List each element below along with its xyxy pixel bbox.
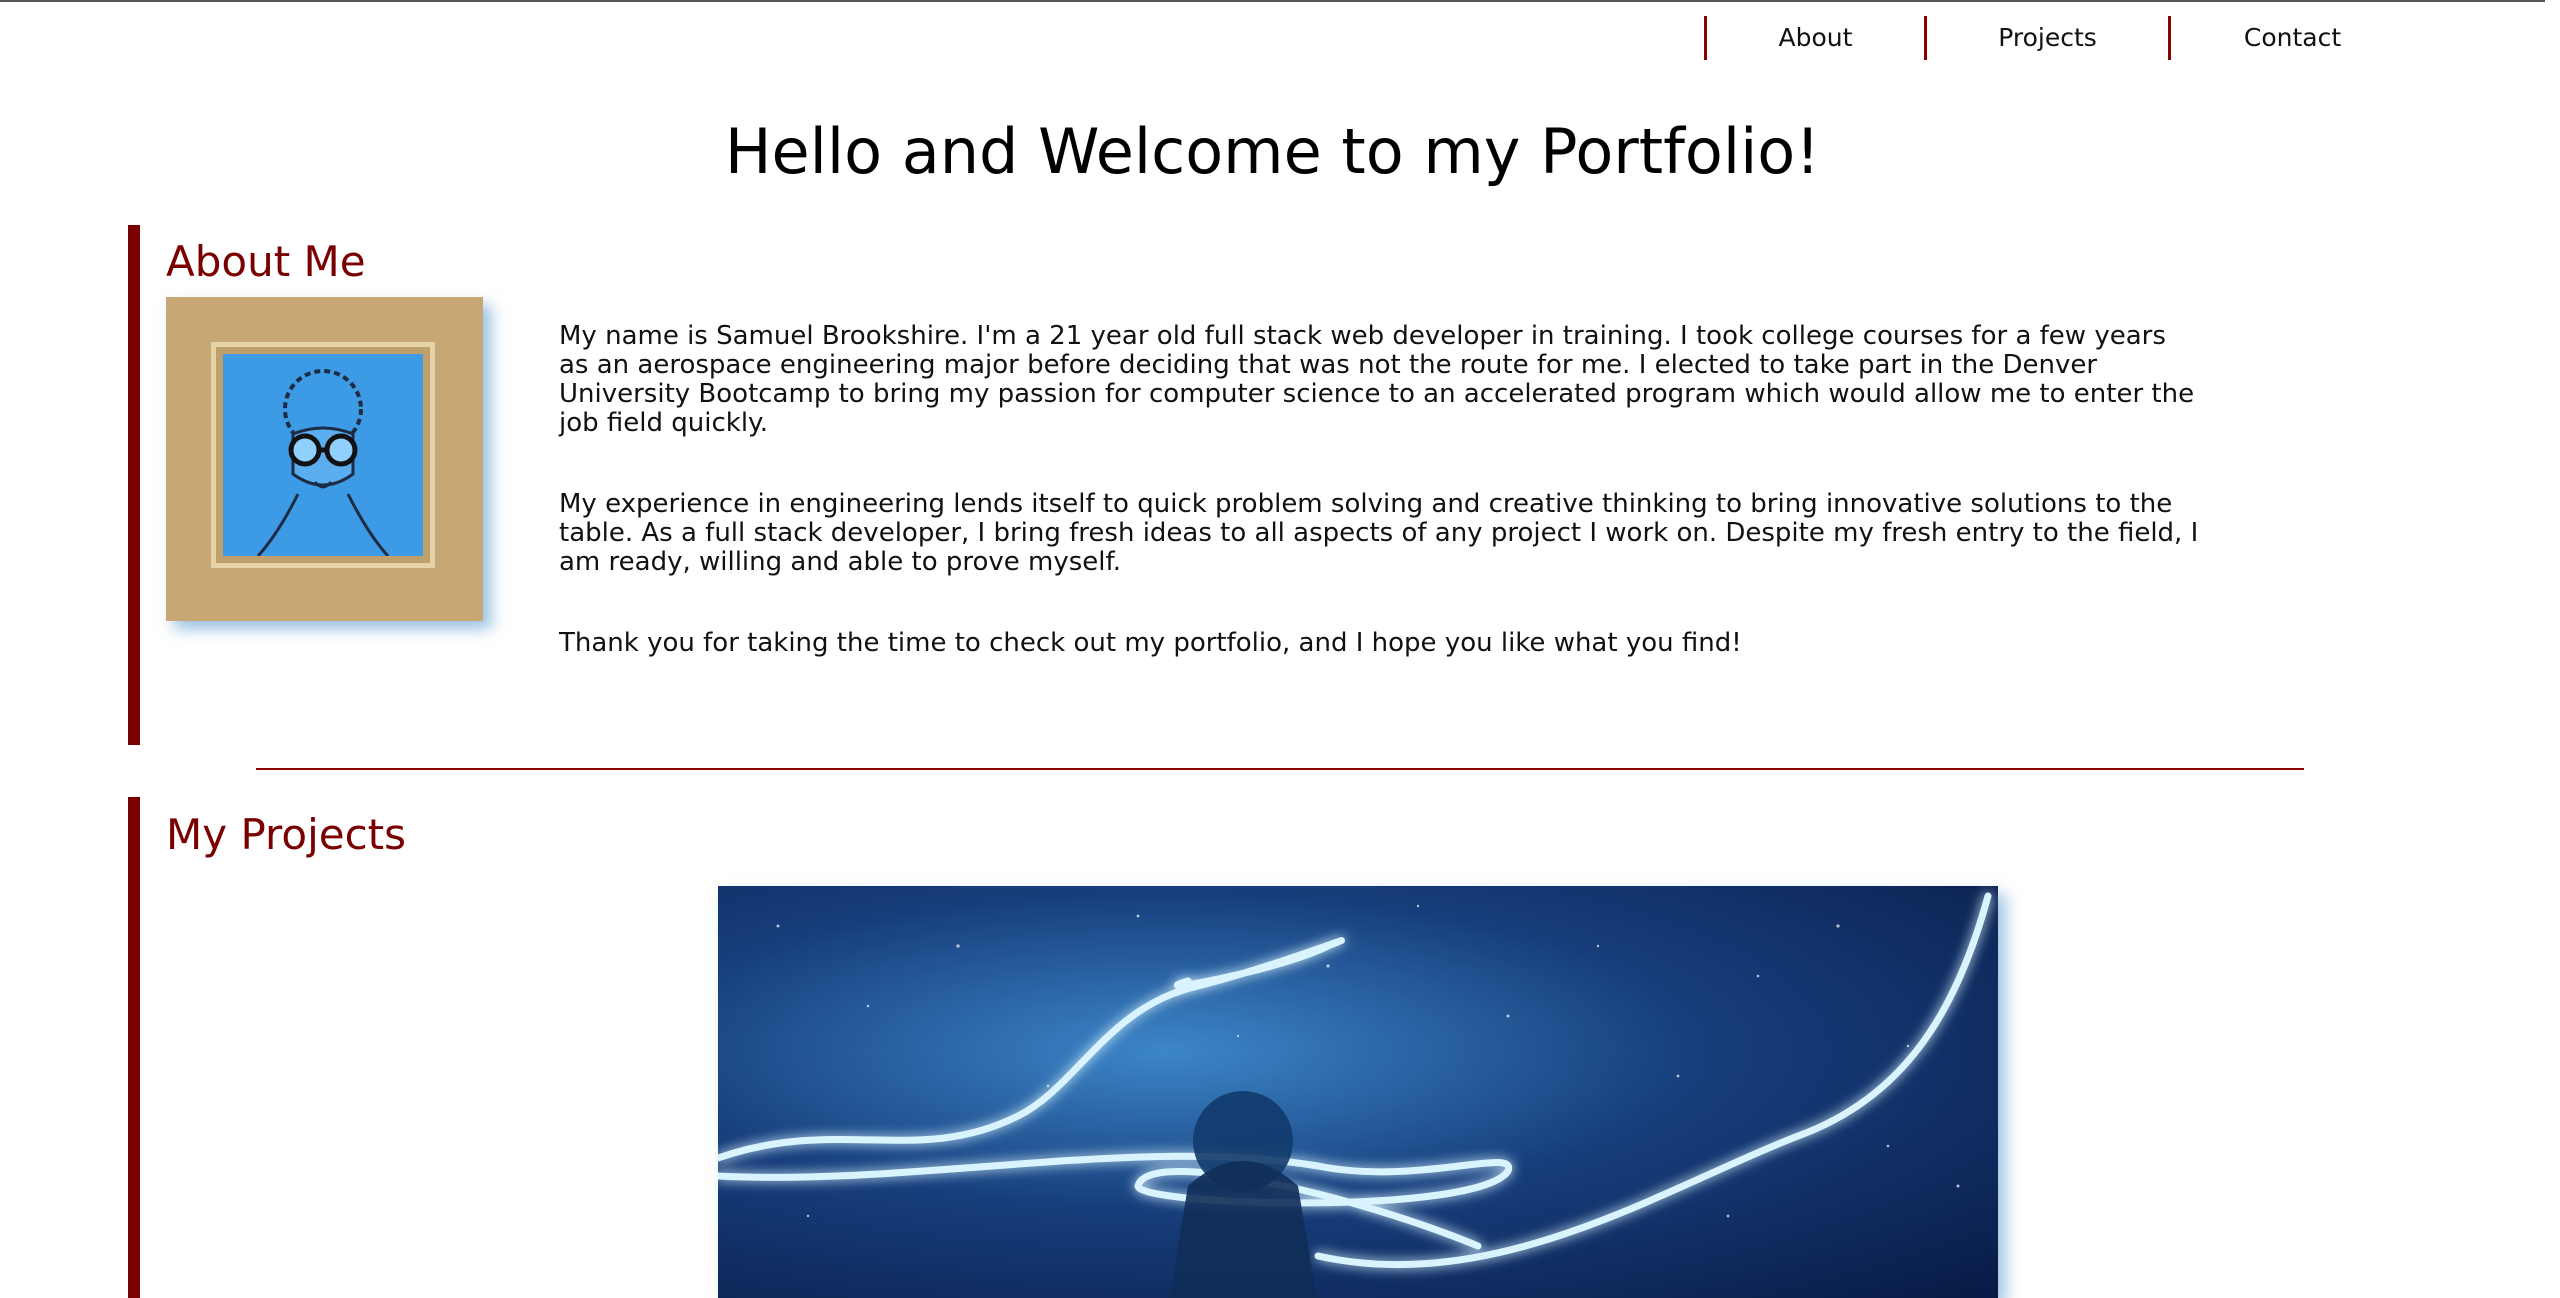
about-section-accent-bar	[128, 225, 140, 745]
page-title: Hello and Welcome to my Portfolio!	[724, 115, 1821, 188]
about-paragraph: Thank you for taking the time to check o…	[559, 628, 1742, 658]
about-paragraph: My experience in engineering lends itsel…	[559, 489, 2199, 577]
about-heading: About Me	[166, 237, 366, 286]
profile-picture-tile	[223, 354, 423, 558]
projects-section-accent-bar	[128, 797, 140, 1298]
nav-link-contact[interactable]: Contact	[2171, 16, 2414, 60]
about-paragraph: My name is Samuel Brookshire. I'm a 21 y…	[559, 321, 2195, 438]
top-border-line	[0, 0, 2545, 2]
light-trail-artwork	[718, 892, 1992, 1298]
profile-picture-frame	[211, 342, 435, 568]
nav-link-about[interactable]: About	[1707, 16, 1924, 60]
face-sketch-icon	[256, 369, 390, 558]
project-image[interactable]	[718, 886, 1998, 1298]
main-nav: About Projects Contact	[1704, 16, 2414, 60]
projects-heading: My Projects	[166, 810, 407, 859]
section-divider	[256, 768, 2304, 770]
nav-link-projects[interactable]: Projects	[1927, 16, 2168, 60]
about-text: My name is Samuel Brookshire. I'm a 21 y…	[559, 322, 2199, 710]
profile-picture	[166, 297, 483, 621]
